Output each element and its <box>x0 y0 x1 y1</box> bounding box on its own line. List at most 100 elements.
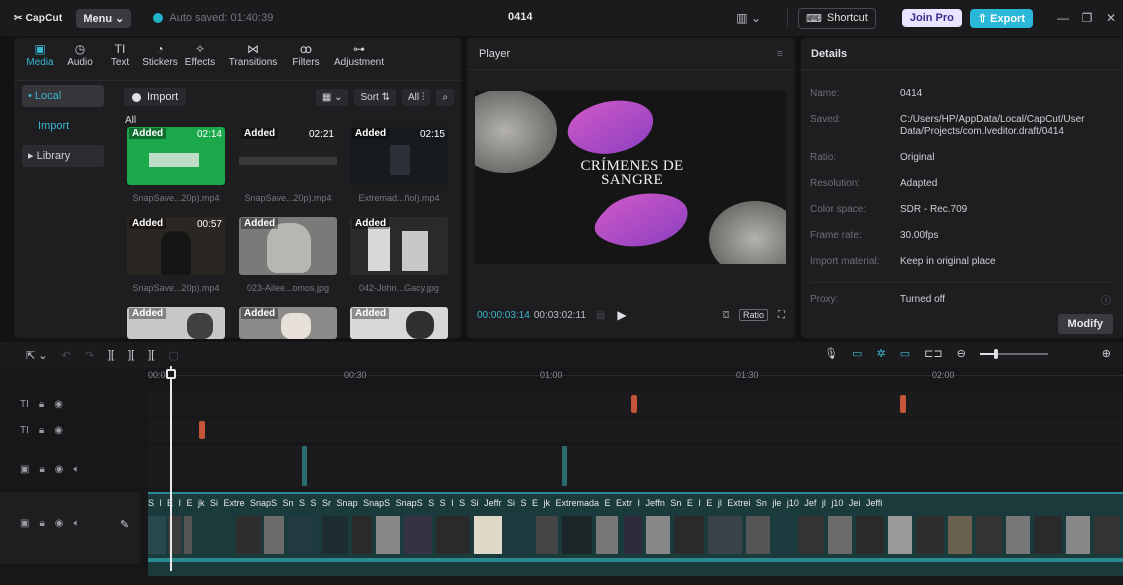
view-toggle[interactable]: ▦ ⌄ <box>315 88 349 106</box>
lock-icon[interactable]: 🔒︎ <box>39 518 44 529</box>
timeline: 00:00 00:30 01:00 01:30 02:00 TI 🔒︎ ◉ TI… <box>0 368 1123 585</box>
audio-icon[interactable]: 🔈︎ <box>74 464 80 475</box>
eye-icon[interactable]: ◉ <box>55 464 64 475</box>
shortcut-button[interactable]: ⌨ Shortcut <box>798 7 876 29</box>
time-ruler[interactable]: 00:00 00:30 01:00 01:30 02:00 <box>148 368 1123 382</box>
export-button[interactable]: ⇧ Export <box>969 8 1033 28</box>
info-icon[interactable]: ⓘ <box>1101 292 1111 307</box>
media-item[interactable]: Added <box>127 307 225 339</box>
linkage-icon[interactable]: ▭ <box>900 347 910 360</box>
zoom-in-icon[interactable]: ⊕ <box>1102 347 1111 360</box>
details-title: Details <box>801 38 1123 70</box>
fullscreen-icon[interactable]: ⛶ <box>778 310 785 321</box>
text-clip[interactable] <box>900 395 906 413</box>
media-item[interactable]: Added <box>350 307 448 339</box>
lock-icon[interactable]: 🔒︎ <box>39 425 44 436</box>
transitions-icon: ⋈ <box>247 42 259 56</box>
microphone-icon[interactable]: 🎙 <box>824 347 838 360</box>
media-item[interactable]: Added 023-Ailee...omos.jpg <box>239 217 337 293</box>
redo-icon[interactable]: ↷ <box>85 349 94 362</box>
ruler-label: 00:30 <box>344 370 367 380</box>
split-left-icon[interactable]: ][ <box>128 349 134 361</box>
media-thumbnail: Added 02:21 <box>239 127 337 185</box>
video-preview[interactable]: CRÍMENES DE SANGRE <box>475 91 786 264</box>
media-item[interactable]: Added <box>239 307 337 339</box>
main-track-magnet-icon[interactable]: ▭ <box>852 347 862 360</box>
join-pro-button[interactable]: Join Pro <box>901 9 962 27</box>
menu-icon[interactable]: ≡ <box>777 38 783 69</box>
delete-icon[interactable]: ▢ <box>168 349 178 362</box>
media-thumbnail: Added 02:14 <box>127 127 225 185</box>
tab-adjustment[interactable]: ⊶ Adjustment <box>326 42 392 74</box>
sort-button[interactable]: Sort ⇅ <box>354 88 396 106</box>
zoom-slider-knob[interactable] <box>993 348 998 359</box>
text-track[interactable] <box>148 418 1123 442</box>
split-icon[interactable]: ][ <box>108 349 114 361</box>
text-track-header: TI 🔒︎ ◉ <box>20 425 63 436</box>
fit-icon[interactable]: ⌼ <box>723 310 729 321</box>
zoom-out-icon[interactable]: ⊖ <box>957 347 966 360</box>
search-icon[interactable]: ⌕ <box>436 88 454 106</box>
media-item[interactable]: Added 00:57 SnapSave...20p).mp4 <box>127 217 225 293</box>
tab-effects[interactable]: ✧ Effects <box>180 42 220 74</box>
main-track-controls: ▣ 🔒︎ ◉ 🔈︎ <box>20 518 80 529</box>
tab-stickers[interactable]: ◔ Stickers <box>140 42 180 74</box>
autosave-status: Auto saved: 01:40:39 <box>153 12 273 24</box>
text-clip[interactable] <box>631 395 637 413</box>
playhead-handle[interactable] <box>166 369 176 379</box>
import-button[interactable]: Import <box>124 88 187 106</box>
modify-button[interactable]: Modify <box>1057 314 1113 334</box>
overlay-clip[interactable] <box>562 446 567 486</box>
ruler-label: 01:30 <box>736 370 759 380</box>
project-title: 0414 <box>508 11 533 23</box>
media-item[interactable]: Added 02:14 SnapSave...20p).mp4 <box>127 127 225 203</box>
clip-thumbnail-strip <box>148 516 1123 554</box>
eye-icon[interactable]: ◉ <box>55 518 64 529</box>
media-item[interactable]: Added 02:15 Extremad...ñol).mp4 <box>350 127 448 203</box>
player-controls: 00:00:03:14 00:03:02:11 ▤ ▶ ⌼ Ratio ⛶ <box>467 300 795 330</box>
media-item[interactable]: Added 042-John...Gacy.jpg <box>350 217 448 293</box>
sidebar-item-library[interactable]: ▸ Library <box>22 145 104 167</box>
overlay-track[interactable] <box>148 446 1123 488</box>
media-item[interactable]: Added 02:21 SnapSave...20p).mp4 <box>239 127 337 203</box>
playhead[interactable] <box>170 366 172 571</box>
preview-axis-icon[interactable]: ⊏⊐ <box>924 347 942 360</box>
eye-icon[interactable]: ◉ <box>54 425 63 436</box>
select-tool-icon[interactable]: ⇱ ⌄ <box>26 349 48 362</box>
minimize-icon[interactable]: — <box>1051 11 1075 25</box>
sidebar-item-import[interactable]: Import <box>22 115 104 137</box>
close-icon[interactable]: ✕ <box>1099 11 1123 25</box>
ratio-button[interactable]: Ratio <box>738 309 768 321</box>
maximize-icon[interactable]: ❐ <box>1075 11 1099 25</box>
audio-icon[interactable]: 🔈︎ <box>74 518 80 529</box>
edit-cover-icon[interactable]: ✎ <box>120 518 129 531</box>
text-track[interactable] <box>148 392 1123 416</box>
filter-all-button[interactable]: All ⫶ <box>401 88 431 106</box>
main-video-track[interactable]: S l E I E jk Si Extre SnapS Sn S S Sr Sn… <box>148 492 1123 576</box>
zoom-slider[interactable] <box>979 348 1048 359</box>
divider <box>810 282 1113 283</box>
tab-transitions[interactable]: ⋈ Transitions <box>220 42 286 74</box>
eye-icon[interactable]: ◉ <box>54 399 63 410</box>
clip-labels: S l E I E jk Si Extre SnapS Sn S S Sr Sn… <box>148 498 883 508</box>
lock-icon[interactable]: 🔒︎ <box>39 464 44 475</box>
tab-audio[interactable]: ◷ Audio <box>60 42 100 74</box>
play-icon[interactable]: ▶ <box>617 308 626 322</box>
tab-media[interactable]: ▣ Media <box>20 42 60 74</box>
sidebar-item-local[interactable]: • Local <box>22 85 104 107</box>
split-right-icon[interactable]: ][ <box>148 349 154 361</box>
auto-snap-icon[interactable]: ✲ <box>877 347 886 360</box>
capcut-logo-icon: ✂ <box>14 12 23 24</box>
undo-icon[interactable]: ↶ <box>62 349 71 362</box>
main-audio-waveform <box>148 558 1123 562</box>
text-clip[interactable] <box>199 421 205 439</box>
overlay-clip[interactable] <box>302 446 307 486</box>
lock-icon[interactable]: 🔒︎ <box>39 399 44 410</box>
tab-filters[interactable]: ꝏ Filters <box>286 42 326 74</box>
layout-icon[interactable]: ▥ ⌄ <box>736 11 761 25</box>
ruler-label: 02:00 <box>932 370 955 380</box>
main-track-header: ▣ 🔒︎ ◉ 🔈︎ ✎ <box>0 492 140 564</box>
tab-text[interactable]: TI Text <box>100 42 140 74</box>
upload-icon: ⇧ <box>977 12 988 25</box>
menu-button[interactable]: Menu ⌄ <box>76 8 132 28</box>
